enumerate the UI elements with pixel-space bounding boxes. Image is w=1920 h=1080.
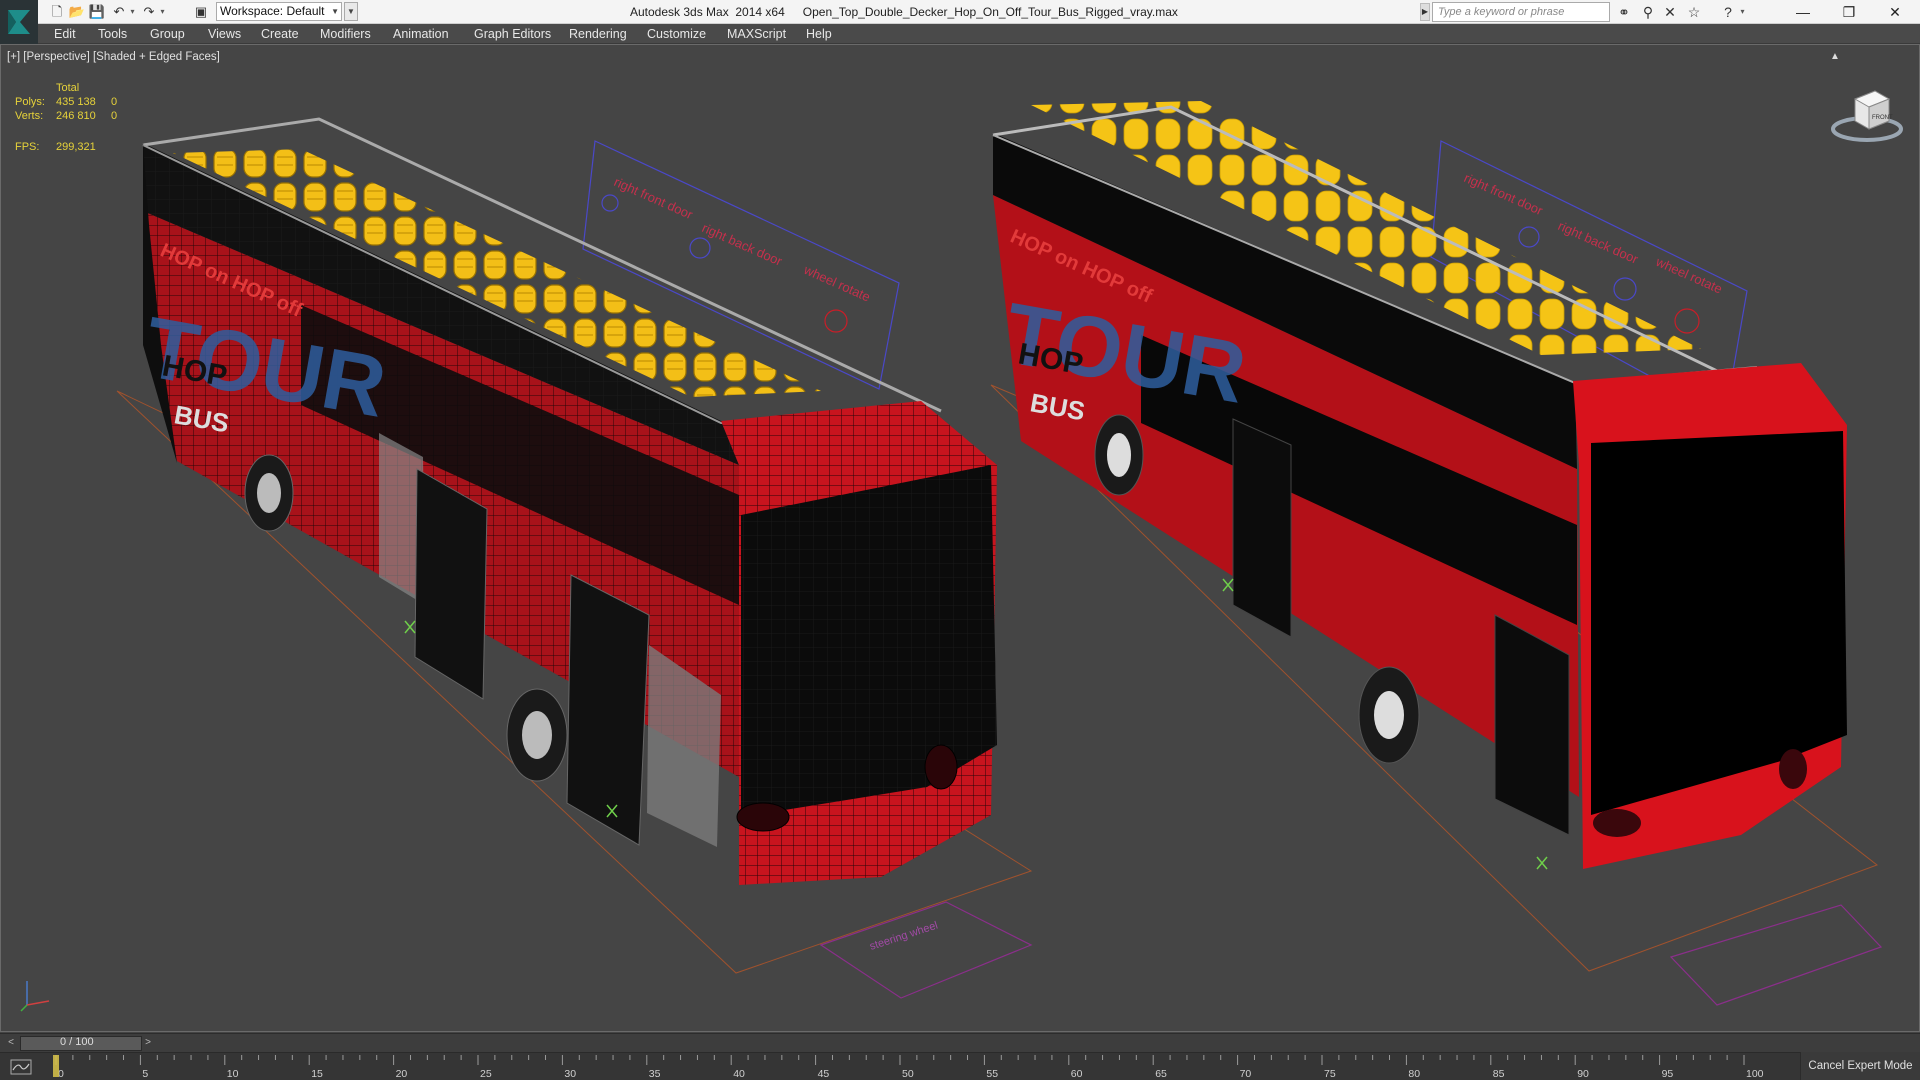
frame-tick-label: 10 [227,1068,239,1080]
menu-edit[interactable]: Edit [54,24,76,44]
redo-dropdown-icon[interactable]: ▾ [158,3,167,21]
workspace-dropdown[interactable]: Workspace: Default ▼ [216,2,342,21]
current-frame-marker[interactable] [53,1055,59,1077]
frame-tick-label: 65 [1155,1068,1167,1080]
menu-modifiers[interactable]: Modifiers [320,24,371,44]
perspective-viewport[interactable]: [+] [Perspective] [Shaded + Edged Faces]… [0,44,1920,1032]
frame-tick-label: 30 [564,1068,576,1080]
communication-center-icon[interactable]: ⚲ [1638,3,1658,21]
menu-rendering[interactable]: Rendering [569,24,627,44]
frame-tick-label: 20 [396,1068,408,1080]
scene-render: steering wheel right front door right ba… [116,101,1883,1006]
frame-tick-label: 5 [142,1068,148,1080]
open-file-icon[interactable]: 📂 [68,3,86,21]
frame-tick-label: 40 [733,1068,745,1080]
rig-helper-plate-right [1669,904,1883,1006]
bus-right-shaded: right front door right back door wheel r… [990,101,1883,1006]
frame-tick-label: 75 [1324,1068,1336,1080]
frame-tick-label: 100 [1746,1068,1764,1080]
frame-tick-label: 35 [649,1068,661,1080]
frame-tick-label: 70 [1240,1068,1252,1080]
frame-tick-label: 55 [986,1068,998,1080]
search-expand-button[interactable]: ▶ [1420,3,1430,21]
rig-right-front-door-label: right front door [612,174,696,222]
redo-icon[interactable]: ↷ [140,3,158,21]
quick-access-customize-button[interactable]: ▼ [344,2,358,21]
rig-wheel-rotate-label: wheel rotate [801,262,873,305]
cancel-expert-mode-button[interactable]: Cancel Expert Mode [1800,1052,1920,1080]
undo-dropdown-icon[interactable]: ▾ [128,3,137,21]
save-file-icon[interactable]: 💾 [88,3,106,21]
favorites-star-icon[interactable]: ☆ [1684,3,1704,21]
exchange-icon[interactable]: ✕ [1660,3,1680,21]
frame-tick-label: 15 [311,1068,323,1080]
undo-icon[interactable]: ↶ [110,3,128,21]
menu-help[interactable]: Help [806,24,832,44]
menu-group[interactable]: Group [150,24,185,44]
chevron-down-icon: ▼ [331,7,339,16]
frame-tick-label: 95 [1662,1068,1674,1080]
menu-graph-editors[interactable]: Graph Editors [474,24,551,44]
frame-tick-label: 25 [480,1068,492,1080]
frame-tick-label: 45 [818,1068,830,1080]
3dsmax-logo-icon [8,10,30,34]
close-button[interactable]: ✕ [1872,0,1918,24]
frame-tick-label: 60 [1071,1068,1083,1080]
menu-create[interactable]: Create [261,24,299,44]
help-icon[interactable]: ? [1718,3,1738,21]
track-bar[interactable]: 0 5 10 15 20 25 30 35 40 45 50 55 60 65 70 75 80 85 90 95 10… [0,1052,1920,1080]
menu-views[interactable]: Views [208,24,241,44]
search-placeholder: Type a keyword or phrase [1438,6,1565,18]
binoculars-icon[interactable]: ⚭ [1614,3,1634,21]
app-title: Autodesk 3ds Max 2014 x64 [630,5,785,19]
viewcube[interactable]: FRONT [1827,77,1907,147]
help-dropdown-icon[interactable]: ▾ [1738,3,1747,21]
rig-right-front-door-label-r: right front door [1462,170,1546,218]
frame-tick-label: 50 [902,1068,914,1080]
app-menu-button[interactable] [0,0,38,44]
frame-ruler[interactable]: 0 5 10 15 20 25 30 35 40 45 50 55 60 65 70 75 80 85 90 95 10… [52,1053,1772,1080]
minimize-button[interactable]: — [1780,0,1826,24]
time-slider[interactable]: < > [0,1033,1920,1052]
viewcube-face-label: FRONT [1872,115,1893,121]
axis-tripod-icon [20,981,50,1012]
time-slider-label: 0 / 100 [60,1036,94,1048]
title-bar: 🗋 📂 💾 ↶ ▾ ↷ ▾ ▣ Workspace: Default ▼ ▼ A… [0,0,1920,24]
time-slider-prev-button[interactable]: < [4,1035,18,1051]
rig-right-back-door-label-r: right back door [1556,218,1641,267]
project-folder-icon[interactable]: ▣ [192,3,210,21]
new-file-icon[interactable]: 🗋 [48,3,66,21]
workspace-label: Workspace: Default [220,4,325,18]
menu-maxscript[interactable]: MAXScript [727,24,786,44]
mini-curve-editor-icon[interactable] [10,1059,32,1075]
menu-bar: Edit Tools Group Views Create Modifiers … [38,24,1920,44]
menu-customize[interactable]: Customize [647,24,706,44]
search-input[interactable]: Type a keyword or phrase [1432,2,1610,22]
bus-left-wireframe: steering wheel right front door right ba… [116,117,1033,999]
frame-tick-label: 80 [1408,1068,1420,1080]
frame-tick-label: 85 [1493,1068,1505,1080]
file-name: Open_Top_Double_Decker_Hop_On_Off_Tour_B… [802,5,1178,19]
rig-helper-plate-left [819,901,1033,999]
time-slider-next-button[interactable]: > [141,1035,155,1051]
rig-right-back-door-label: right back door [700,220,785,269]
window-title: Autodesk 3ds Max 2014 x64 Open_Top_Double… [630,0,1178,24]
menu-animation[interactable]: Animation [393,24,449,44]
frame-tick-label: 90 [1577,1068,1589,1080]
menu-tools[interactable]: Tools [98,24,127,44]
restore-button[interactable]: ❐ [1826,0,1872,24]
